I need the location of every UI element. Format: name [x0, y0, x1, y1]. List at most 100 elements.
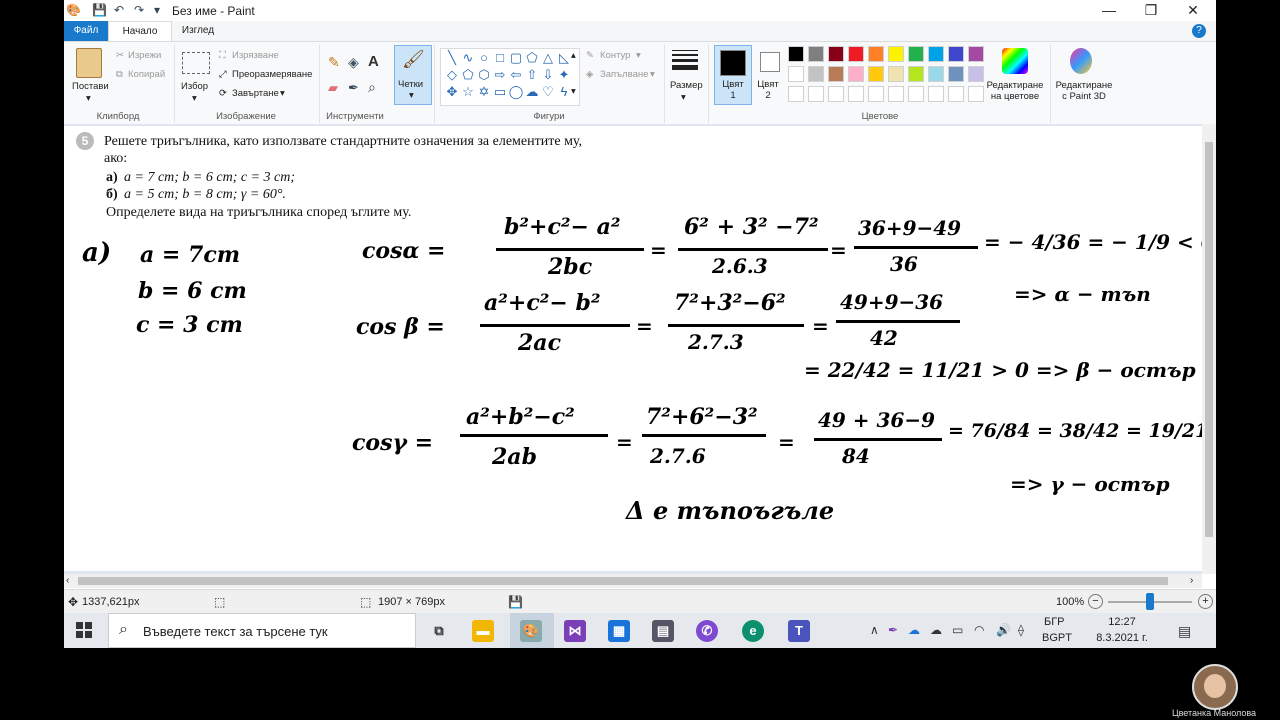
resize-button[interactable]: Преоразмеряване — [232, 69, 312, 80]
select-icon[interactable] — [182, 52, 210, 74]
paste-button[interactable]: Постави — [72, 81, 109, 92]
network-icon[interactable]: ⟠ — [1018, 623, 1024, 637]
callout-oval-shape-icon[interactable]: ◯ — [508, 84, 524, 100]
tab-view[interactable]: Изглед — [172, 21, 224, 41]
crop-button[interactable]: Изрязване — [232, 50, 279, 61]
rotate-button[interactable]: Завъртане — [232, 88, 279, 99]
custom-color-slot[interactable] — [968, 86, 984, 102]
custom-color-slot[interactable] — [788, 86, 804, 102]
windows-start-icon[interactable] — [76, 622, 92, 638]
size-icon[interactable] — [672, 50, 698, 70]
palette-color-swatch[interactable] — [828, 66, 844, 82]
brush-icon[interactable]: 🖌 — [402, 49, 425, 70]
pentagon-shape-icon[interactable]: ⬠ — [460, 67, 476, 83]
custom-color-slot[interactable] — [888, 86, 904, 102]
palette-color-swatch[interactable] — [808, 46, 824, 62]
right-triangle-shape-icon[interactable]: ◺ — [556, 50, 572, 66]
palette-color-swatch[interactable] — [788, 66, 804, 82]
custom-color-slot[interactable] — [848, 86, 864, 102]
fill-icon[interactable]: ◈ — [348, 54, 359, 71]
tab-home[interactable]: Начало — [108, 21, 172, 41]
undo-icon[interactable]: ↶ — [112, 3, 126, 17]
zoom-out-button[interactable]: − — [1088, 594, 1103, 609]
palette-color-swatch[interactable] — [908, 66, 924, 82]
scroll-right-icon[interactable]: › — [1190, 574, 1193, 588]
outline-button[interactable]: Контур — [600, 50, 630, 61]
visual-studio-icon[interactable]: ⋈ — [564, 620, 586, 642]
magnifier-icon[interactable]: ⌕ — [368, 79, 376, 96]
palette-color-swatch[interactable] — [848, 46, 864, 62]
right-arrow-shape-icon[interactable]: ⇨ — [492, 67, 508, 83]
up-arrow-shape-icon[interactable]: ⇧ — [524, 67, 540, 83]
edit-colors-icon[interactable] — [1002, 48, 1028, 74]
notifications-icon[interactable]: ▤ — [1178, 623, 1191, 640]
size-button[interactable]: Размер — [670, 80, 703, 91]
volume-icon[interactable]: 🔊 — [996, 623, 1011, 637]
redo-icon[interactable]: ↷ — [132, 3, 146, 17]
palette-color-swatch[interactable] — [948, 66, 964, 82]
palette-color-swatch[interactable] — [908, 46, 924, 62]
pencil-icon[interactable]: ✎ — [328, 54, 340, 71]
callout-rect-shape-icon[interactable]: ▭ — [492, 84, 508, 100]
oval-shape-icon[interactable]: ○ — [476, 50, 492, 66]
cut-icon[interactable]: ✂ — [116, 50, 124, 61]
palette-color-swatch[interactable] — [868, 66, 884, 82]
close-button[interactable]: ✕ — [1170, 0, 1216, 21]
palette-color-swatch[interactable] — [928, 66, 944, 82]
four-arrow-shape-icon[interactable]: ✥ — [444, 84, 460, 100]
text-icon[interactable]: A — [368, 53, 379, 70]
palette-color-swatch[interactable] — [788, 46, 804, 62]
triangle-shape-icon[interactable]: △ — [540, 50, 556, 66]
fill-shape-icon[interactable]: ◈ — [586, 69, 593, 80]
palette-color-swatch[interactable] — [968, 66, 984, 82]
heart-shape-icon[interactable]: ♡ — [540, 84, 556, 100]
palette-color-swatch[interactable] — [888, 66, 904, 82]
minimize-button[interactable]: — — [1086, 0, 1132, 21]
vertical-scrollbar[interactable] — [1202, 124, 1216, 574]
taskbar-search-box[interactable]: ⌕ Въведете текст за търсене тук — [108, 613, 416, 648]
customize-quick-access-icon[interactable]: ▾ — [150, 3, 164, 17]
paint3d-button[interactable]: Редактиране с Paint 3D — [1054, 80, 1114, 102]
tray-chevron-icon[interactable]: ∧ — [870, 623, 879, 637]
help-icon[interactable]: ? — [1192, 24, 1206, 38]
maximize-button[interactable]: ❐ — [1128, 0, 1174, 21]
clock-date[interactable]: 8.3.2021 г. — [1090, 632, 1154, 644]
clock-time[interactable]: 12:27 — [1094, 616, 1150, 628]
custom-color-slot[interactable] — [808, 86, 824, 102]
language-code[interactable]: БГР — [1044, 616, 1065, 628]
scroll-left-icon[interactable]: ‹ — [66, 574, 69, 588]
left-arrow-shape-icon[interactable]: ⇦ — [508, 67, 524, 83]
edit-colors-button[interactable]: Редактиране на цветове — [986, 80, 1044, 102]
zoom-in-button[interactable]: + — [1198, 594, 1213, 609]
paint-taskbar-icon[interactable]: 🎨 — [520, 620, 542, 642]
diamond-shape-icon[interactable]: ◇ — [444, 67, 460, 83]
star-shape-icon[interactable]: ☆ — [460, 84, 476, 100]
vertical-scroll-thumb[interactable] — [1205, 142, 1213, 537]
zoom-slider-thumb[interactable] — [1146, 593, 1154, 610]
palette-color-swatch[interactable] — [928, 46, 944, 62]
curve-shape-icon[interactable]: ∿ — [460, 50, 476, 66]
drawing-canvas[interactable]: 5 Решете триъгълника, като използвате ст… — [64, 126, 1202, 571]
palette-color-swatch[interactable] — [968, 46, 984, 62]
hexagon-shape-icon[interactable]: ⬡ — [476, 67, 492, 83]
four-point-star-shape-icon[interactable]: ✦ — [556, 67, 572, 83]
palette-color-swatch[interactable] — [948, 46, 964, 62]
palette-color-swatch[interactable] — [848, 66, 864, 82]
paint3d-icon[interactable] — [1070, 48, 1092, 74]
paste-icon[interactable] — [76, 48, 102, 78]
custom-color-slot[interactable] — [828, 86, 844, 102]
onedrive-icon[interactable]: ☁ — [908, 623, 920, 637]
six-point-star-shape-icon[interactable]: ✡ — [476, 84, 492, 100]
palette-color-swatch[interactable] — [808, 66, 824, 82]
fill-button[interactable]: Запълване — [600, 69, 648, 80]
teams-icon[interactable]: T — [788, 620, 810, 642]
tab-file[interactable]: Файл — [64, 21, 108, 41]
save-icon[interactable]: 💾 — [92, 3, 107, 17]
tray-pen-icon[interactable]: ✒ — [888, 623, 898, 637]
copy-icon[interactable]: ⧉ — [116, 69, 123, 80]
color-picker-icon[interactable]: ✒ — [348, 80, 359, 96]
tray-cloud-icon[interactable]: ☁ — [930, 623, 942, 637]
custom-color-slot[interactable] — [868, 86, 884, 102]
wifi-icon[interactable]: ◠ — [974, 623, 984, 637]
line-shape-icon[interactable]: ╲ — [444, 50, 460, 66]
